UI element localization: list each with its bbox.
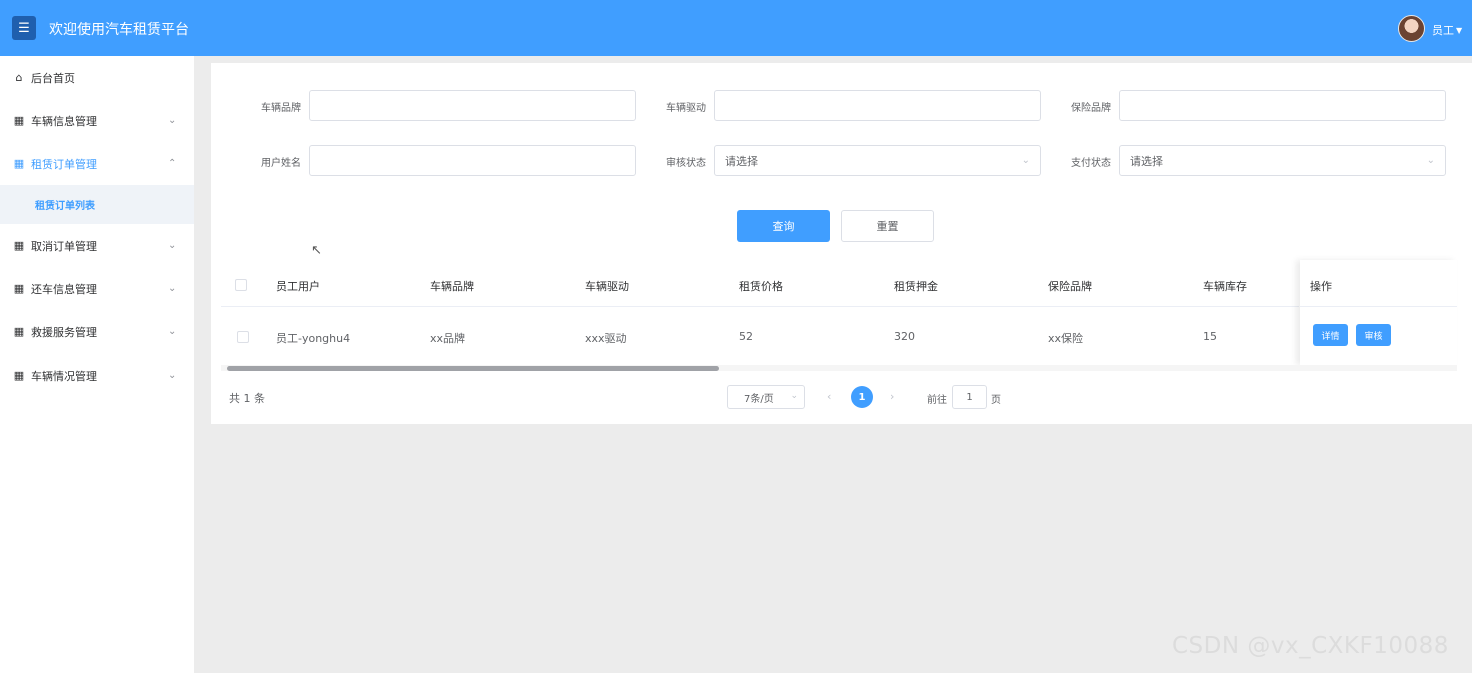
user-menu[interactable]: 员工 ▼ [1432,22,1462,38]
page-suffix-label: 页 [991,395,1001,406]
sidebar-item-label: 车辆情况管理 [31,369,97,383]
chevron-down-icon: ⌄ [168,240,177,251]
select-all-checkbox[interactable] [235,279,247,291]
sidebar-item-return-info[interactable]: ▦ 还车信息管理 ⌄ [0,267,194,310]
chevron-down-icon: ⌄ [168,115,177,126]
pay-status-label: 支付状态 [1071,158,1111,169]
total-count: 共 1 条 [229,392,265,405]
username-input[interactable] [309,145,636,176]
chevron-down-icon: ▼ [1456,25,1463,35]
sidebar-item-vehicle-info[interactable]: ▦ 车辆信息管理 ⌄ [0,99,194,142]
home-icon: ⌂ [15,71,23,84]
brand-label: 车辆品牌 [261,103,301,114]
grid-icon: ▦ [13,239,25,252]
table-scrollbar[interactable] [227,366,719,371]
header-operations: 操作 [1310,280,1332,293]
sidebar-item-label: 救援服务管理 [31,325,97,339]
sidebar-item-rental-orders[interactable]: ▦ 租赁订单管理 ⌃ [0,142,194,185]
page-size-select[interactable]: 7条/页 ⌄ [727,385,805,409]
next-page-icon[interactable]: › [890,390,894,403]
row-checkbox[interactable] [237,331,249,343]
page-size-value: 7条/页 [744,393,774,405]
cell-rental-price: 52 [739,330,753,343]
hamburger-icon[interactable]: ☰ [12,16,36,40]
sidebar-subitem-rental-order-list[interactable]: 租赁订单列表 [0,185,194,224]
audit-status-placeholder: 请选择 [725,154,758,168]
chevron-down-icon: ⌄ [1426,155,1435,166]
cell-vehicle-brand: xx品牌 [430,332,466,345]
audit-status-label: 审核状态 [666,158,706,169]
drive-input[interactable] [714,90,1041,121]
header-insurance-brand: 保险品牌 [1048,280,1092,293]
header-vehicle-stock: 车辆库存 [1203,280,1247,293]
sidebar-item-vehicle-status[interactable]: ▦ 车辆情况管理 ⌄ [0,354,194,397]
header-rental-price: 租赁价格 [739,280,783,293]
sidebar-item-label: 车辆信息管理 [31,114,97,128]
insurance-input[interactable] [1119,90,1446,121]
prev-page-icon[interactable]: ‹ [827,390,831,403]
pay-status-placeholder: 请选择 [1130,154,1163,168]
sidebar-item-label: 租赁订单管理 [31,157,97,171]
sidebar-item-home[interactable]: ⌂ 后台首页 [0,56,194,99]
grid-icon: ▦ [13,114,25,127]
username-label: 用户姓名 [261,158,301,169]
grid-icon: ▦ [13,369,25,382]
sidebar-item-label: 还车信息管理 [31,282,97,296]
page-number-current[interactable]: 1 [851,386,873,408]
sidebar-item-label: 后台首页 [31,71,75,85]
header-vehicle-drive: 车辆驱动 [585,280,629,293]
header-rental-deposit: 租赁押金 [894,280,938,293]
audit-button[interactable]: 审核 [1356,324,1391,346]
cell-vehicle-drive: xxx驱动 [585,332,627,345]
main-card: 车辆品牌 车辆驱动 保险品牌 用户姓名 审核状态 请选择 ⌄ 支付状态 请选择 … [211,63,1472,424]
operations-column: 操作 详情 审核 [1300,260,1457,365]
brand-input[interactable] [309,90,636,121]
chevron-down-icon: ⌄ [1021,155,1030,166]
query-button[interactable]: 查询 [737,210,830,242]
insurance-label: 保险品牌 [1071,103,1111,114]
cell-employee-user: 员工-yonghu4 [276,332,351,345]
sidebar-item-cancel-orders[interactable]: ▦ 取消订单管理 ⌄ [0,224,194,267]
audit-status-select[interactable]: 请选择 ⌄ [714,145,1041,176]
mouse-cursor-icon: ↖ [311,243,322,258]
cell-rental-deposit: 320 [894,330,915,343]
grid-icon: ▦ [13,157,25,170]
header-employee-user: 员工用户 [276,280,320,293]
sidebar-item-label: 取消订单管理 [31,239,97,253]
drive-label: 车辆驱动 [666,103,706,114]
avatar[interactable] [1398,15,1425,42]
header-divider [221,306,1299,307]
chevron-down-icon: ⌄ [168,370,177,381]
top-bar: ☰ 欢迎使用汽车租赁平台 员工 ▼ [0,0,1472,56]
pay-status-select[interactable]: 请选择 ⌄ [1119,145,1446,176]
grid-icon: ▦ [13,325,25,338]
app-title: 欢迎使用汽车租赁平台 [49,22,189,38]
chevron-down-icon: ⌄ [168,283,177,294]
sidebar-item-rescue-service[interactable]: ▦ 救援服务管理 ⌄ [0,310,194,353]
chevron-up-icon: ⌃ [168,158,177,169]
header-vehicle-brand: 车辆品牌 [430,280,474,293]
watermark: CSDN @vx_CXKF10088 [1172,633,1449,659]
goto-page-input[interactable]: 1 [952,385,987,409]
user-name-label: 员工 [1432,24,1454,37]
sidebar: ⌂ 后台首页 ▦ 车辆信息管理 ⌄ ▦ 租赁订单管理 ⌃ 租赁订单列表 ▦ 取消… [0,56,194,673]
chevron-down-icon: ⌄ [790,391,798,401]
cell-vehicle-stock: 15 [1203,330,1217,343]
goto-label: 前往 [927,395,947,406]
detail-button[interactable]: 详情 [1313,324,1348,346]
operations-divider [1300,306,1457,307]
chevron-down-icon: ⌄ [168,326,177,337]
reset-button[interactable]: 重置 [841,210,934,242]
cell-insurance-brand: xx保险 [1048,332,1084,345]
grid-icon: ▦ [13,282,25,295]
